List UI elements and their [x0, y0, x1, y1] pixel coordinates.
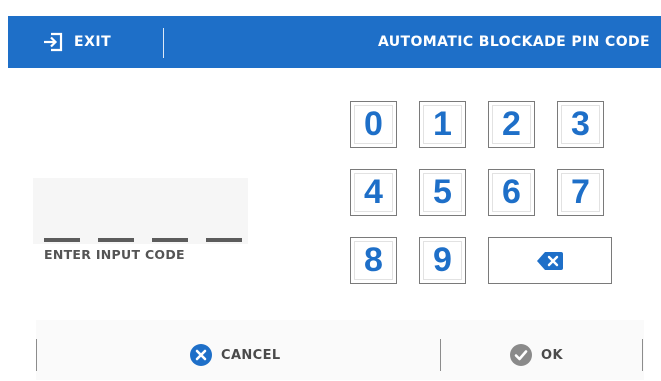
key-6[interactable]: 6 [488, 169, 535, 216]
backspace-icon [537, 251, 563, 270]
cancel-label: CANCEL [221, 347, 281, 363]
cancel-button[interactable]: CANCEL [190, 340, 281, 370]
header-bar: EXIT AUTOMATIC BLOCKADE PIN CODE [8, 16, 661, 68]
key-5[interactable]: 5 [419, 169, 466, 216]
exit-icon [44, 32, 63, 52]
code-entry-label: ENTER INPUT CODE [44, 247, 185, 262]
key-0-label: 0 [364, 105, 383, 143]
key-3[interactable]: 3 [557, 101, 604, 148]
code-display [33, 178, 248, 244]
key-2[interactable]: 2 [488, 101, 535, 148]
key-7-label: 7 [571, 173, 590, 211]
ok-button[interactable]: OK [510, 340, 563, 370]
check-circle-icon [510, 344, 532, 366]
key-9-label: 9 [433, 241, 452, 279]
footer-divider-right [642, 339, 643, 371]
header-divider [163, 28, 164, 58]
key-1-label: 1 [433, 105, 452, 143]
key-3-label: 3 [571, 105, 590, 143]
code-slot-4 [206, 238, 242, 242]
code-slot-3 [152, 238, 188, 242]
key-4[interactable]: 4 [350, 169, 397, 216]
footer-divider-middle [440, 339, 441, 371]
code-slot-1 [44, 238, 80, 242]
exit-label: EXIT [74, 34, 112, 50]
key-5-label: 5 [433, 173, 452, 211]
key-1[interactable]: 1 [419, 101, 466, 148]
key-0[interactable]: 0 [350, 101, 397, 148]
key-9[interactable]: 9 [419, 237, 466, 284]
code-slot-2 [98, 238, 134, 242]
exit-button[interactable]: EXIT [8, 16, 163, 68]
key-4-label: 4 [364, 173, 383, 211]
footer-divider-left [36, 339, 37, 371]
key-8[interactable]: 8 [350, 237, 397, 284]
backspace-button[interactable] [488, 237, 612, 284]
key-7[interactable]: 7 [557, 169, 604, 216]
key-8-label: 8 [364, 241, 383, 279]
page-title: AUTOMATIC BLOCKADE PIN CODE [377, 34, 650, 50]
close-circle-icon [190, 344, 212, 366]
key-2-label: 2 [502, 105, 521, 143]
key-6-label: 6 [502, 173, 521, 211]
ok-label: OK [541, 347, 563, 363]
